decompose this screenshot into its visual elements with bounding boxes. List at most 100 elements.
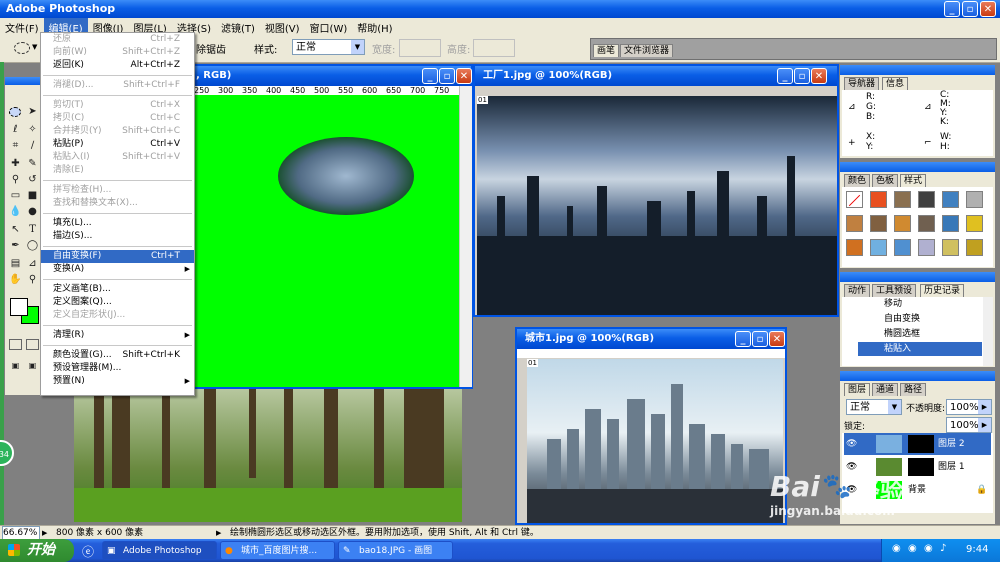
- tab-channels[interactable]: 通道: [872, 383, 899, 396]
- doc2-maximize-button[interactable]: ▫: [794, 68, 810, 84]
- tab-layers[interactable]: 图层: [844, 383, 871, 396]
- style-swatch[interactable]: [918, 215, 935, 232]
- history-scrollbar[interactable]: [983, 297, 993, 366]
- tab-navigator[interactable]: 导航器: [844, 77, 880, 90]
- style-swatch[interactable]: [894, 191, 911, 208]
- magic-wand-icon[interactable]: ✧: [26, 123, 39, 136]
- eyedropper-icon[interactable]: ⊿: [26, 257, 39, 270]
- edit-menu-item[interactable]: 描边(S)...: [41, 230, 194, 243]
- tray-icon[interactable]: ◉: [924, 543, 933, 554]
- play-arrow-icon[interactable]: ▶: [216, 526, 221, 540]
- edit-menu-item[interactable]: 填充(L)...: [41, 217, 194, 230]
- edit-menu-item[interactable]: 预设管理器(M)...: [41, 362, 194, 375]
- panel-header[interactable]: [840, 272, 995, 282]
- brush-tool-icon[interactable]: ✎: [26, 157, 39, 170]
- pen-tool-icon[interactable]: ✒: [9, 239, 22, 252]
- doc3-minimize-button[interactable]: _: [735, 331, 751, 347]
- dodge-tool-icon[interactable]: ●: [26, 205, 39, 218]
- layer-row-2[interactable]: 👁 图层 2: [844, 433, 991, 455]
- tab-file-browser[interactable]: 文件浏览器: [620, 44, 674, 57]
- factory-canvas[interactable]: 01: [477, 96, 837, 315]
- blend-mode-select[interactable]: 正常 ▼: [846, 399, 902, 415]
- edit-menu-item[interactable]: 自由变换(F) Ctrl+T: [41, 250, 194, 263]
- style-swatch[interactable]: [870, 215, 887, 232]
- path-select-icon[interactable]: ↖: [9, 223, 22, 236]
- edit-menu-item[interactable]: 拼写检查(H)...: [41, 184, 194, 197]
- style-swatch[interactable]: [966, 191, 983, 208]
- style-select[interactable]: 正常 ▼: [292, 39, 365, 55]
- style-swatch[interactable]: [870, 191, 887, 208]
- tab-color[interactable]: 颜色: [844, 174, 871, 187]
- doc3-title-bar[interactable]: 城市1.jpg @ 100%(RGB) _ ▫ ✕: [517, 329, 785, 349]
- edit-menu-item[interactable]: 定义画笔(B)...: [41, 283, 194, 296]
- forest-image-canvas[interactable]: [74, 388, 462, 522]
- tab-styles[interactable]: 样式: [900, 174, 927, 187]
- doc1-minimize-button[interactable]: _: [422, 68, 438, 84]
- doc1-vertical-scrollbar[interactable]: [459, 86, 472, 387]
- tab-actions[interactable]: 动作: [844, 284, 871, 297]
- hand-tool-icon[interactable]: ✋: [9, 273, 22, 286]
- volume-icon[interactable]: ♪: [940, 543, 946, 554]
- foreground-color-swatch[interactable]: [10, 298, 28, 316]
- style-swatch[interactable]: [894, 239, 911, 256]
- maximize-button[interactable]: ▫: [962, 1, 978, 17]
- panel-header[interactable]: [840, 162, 995, 172]
- quick-mask-icon[interactable]: [26, 339, 39, 350]
- style-swatch[interactable]: [918, 239, 935, 256]
- full-screen-icon[interactable]: ▣: [26, 359, 39, 372]
- edit-menu-item[interactable]: 变换(A) ▶: [41, 263, 194, 276]
- edit-menu-item[interactable]: 合并拷贝(Y) Shift+Ctrl+C: [41, 125, 194, 138]
- style-swatch[interactable]: [846, 215, 863, 232]
- style-swatch[interactable]: [966, 239, 983, 256]
- edit-menu-item[interactable]: 向前(W) Shift+Ctrl+Z: [41, 46, 194, 59]
- edit-menu-item[interactable]: 定义自定形状(J)...: [41, 309, 194, 322]
- tab-swatches[interactable]: 色板: [872, 174, 899, 187]
- task-paint[interactable]: ✎ bao18.JPG - 画图: [338, 541, 453, 560]
- doc1-maximize-button[interactable]: ▫: [439, 68, 455, 84]
- ellipse-marquee-icon[interactable]: [14, 42, 30, 54]
- opacity-input[interactable]: 100% ▶: [946, 399, 992, 415]
- edit-menu-item[interactable]: 清除(E): [41, 164, 194, 177]
- start-button[interactable]: 开始: [0, 539, 74, 562]
- history-item[interactable]: 自由变换: [842, 312, 982, 326]
- move-tool-icon[interactable]: ➤: [26, 105, 39, 118]
- panel-header[interactable]: [840, 371, 995, 381]
- tab-history[interactable]: 历史记录: [920, 284, 965, 297]
- history-item-selected[interactable]: 粘贴入: [858, 342, 982, 356]
- edit-menu-item[interactable]: 拷贝(C) Ctrl+C: [41, 112, 194, 125]
- style-swatch[interactable]: [942, 191, 959, 208]
- document-window-green[interactable]: , RGB) _ ▫ ✕ 250 300 350 400 450 500 550…: [190, 64, 473, 389]
- edit-menu-item[interactable]: 剪切(T) Ctrl+X: [41, 99, 194, 112]
- quick-launch-ie-icon[interactable]: ⓔ: [82, 543, 94, 560]
- minimize-button[interactable]: _: [944, 1, 960, 17]
- tab-brushes[interactable]: 画笔: [593, 44, 620, 57]
- status-menu-arrow[interactable]: ▶: [42, 526, 47, 540]
- doc1-close-button[interactable]: ✕: [456, 68, 472, 84]
- doc2-title-bar[interactable]: 工厂1.jpg @ 100%(RGB) _ ▫ ✕: [475, 66, 837, 86]
- edit-menu-item[interactable]: 颜色设置(G)... Shift+Ctrl+K: [41, 349, 194, 362]
- panel-header[interactable]: [840, 65, 995, 75]
- lasso-tool-icon[interactable]: ℓ: [9, 123, 22, 136]
- marquee-tool-icon[interactable]: [9, 107, 21, 117]
- style-swatch[interactable]: [894, 215, 911, 232]
- edit-menu-item[interactable]: 消褪(D)... Shift+Ctrl+F: [41, 79, 194, 92]
- crop-tool-icon[interactable]: ⌗: [9, 139, 22, 152]
- width-input[interactable]: [399, 39, 441, 57]
- task-photoshop[interactable]: ▣ Adobe Photoshop: [102, 541, 217, 560]
- history-brush-icon[interactable]: ↺: [26, 173, 39, 186]
- doc3-maximize-button[interactable]: ▫: [752, 331, 768, 347]
- document-window-factory[interactable]: 工厂1.jpg @ 100%(RGB) _ ▫ ✕ 01: [473, 64, 839, 317]
- history-item[interactable]: 椭圆选框: [842, 327, 982, 341]
- style-swatch[interactable]: [846, 239, 863, 256]
- doc3-close-button[interactable]: ✕: [769, 331, 785, 347]
- blur-tool-icon[interactable]: 💧: [9, 205, 22, 218]
- tab-paths[interactable]: 路径: [900, 383, 927, 396]
- tab-info[interactable]: 信息: [882, 77, 909, 90]
- fill-input[interactable]: 100% ▶: [946, 417, 992, 433]
- city-canvas[interactable]: 01: [527, 359, 783, 523]
- style-swatch[interactable]: [942, 239, 959, 256]
- style-swatch[interactable]: [966, 215, 983, 232]
- height-input[interactable]: [473, 39, 515, 57]
- edit-menu-item[interactable]: 查找和替换文本(X)...: [41, 197, 194, 210]
- gradient-tool-icon[interactable]: ■: [26, 189, 39, 202]
